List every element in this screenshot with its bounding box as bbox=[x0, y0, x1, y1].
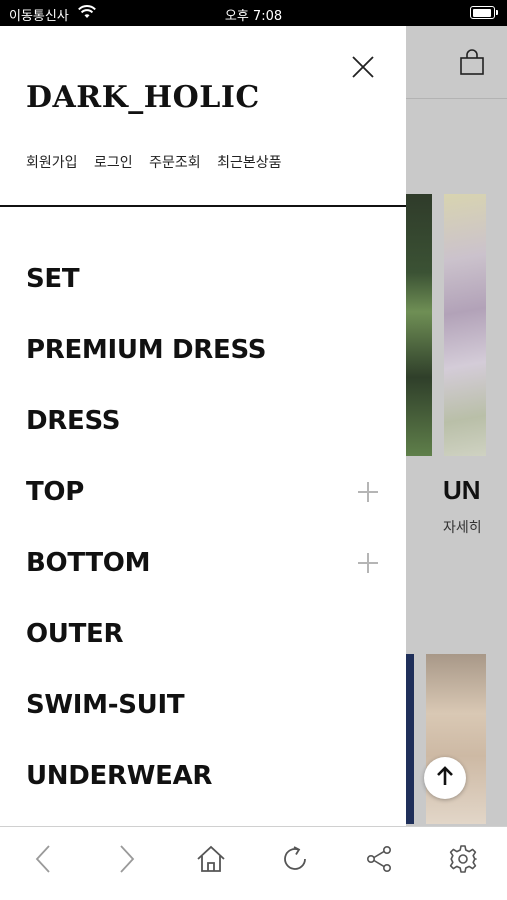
settings-button[interactable] bbox=[446, 844, 480, 878]
product-image[interactable] bbox=[444, 194, 486, 456]
gear-icon bbox=[448, 844, 478, 879]
menu-item-dress[interactable]: DRESS bbox=[0, 396, 406, 446]
signup-link[interactable]: 회원가입 bbox=[26, 155, 78, 171]
menu-item-label: DRESS bbox=[26, 406, 121, 436]
forward-button[interactable] bbox=[110, 844, 144, 878]
browser-toolbar bbox=[0, 826, 507, 900]
expand-plus-icon[interactable] bbox=[358, 553, 378, 573]
recently-viewed-link[interactable]: 최근본상품 bbox=[217, 155, 281, 171]
menu-item-label: OUTER bbox=[26, 619, 124, 649]
menu-item-label: UNDERWEAR bbox=[26, 761, 213, 791]
background-page[interactable]: UN 자세히 bbox=[406, 26, 507, 826]
section-title: UN bbox=[443, 475, 481, 505]
menu-item-premium-dress[interactable]: PREMIUM DRESS bbox=[0, 325, 406, 375]
home-icon bbox=[196, 844, 226, 879]
menu-item-top[interactable]: TOP bbox=[0, 467, 406, 517]
menu-item-set[interactable]: SET bbox=[0, 254, 406, 304]
battery-icon bbox=[470, 6, 498, 19]
menu-item-label: SET bbox=[26, 264, 80, 294]
product-image[interactable] bbox=[406, 654, 414, 824]
product-image[interactable] bbox=[426, 654, 486, 824]
menu-item-underwear[interactable]: UNDERWEAR bbox=[0, 751, 406, 801]
shopping-bag-icon[interactable] bbox=[458, 48, 486, 81]
divider bbox=[0, 205, 406, 207]
menu-item-swim-suit[interactable]: SWIM-SUIT bbox=[0, 680, 406, 730]
order-lookup-link[interactable]: 주문조회 bbox=[149, 155, 201, 171]
back-icon bbox=[34, 844, 52, 879]
menu-item-label: SWIM-SUIT bbox=[26, 690, 185, 720]
login-link[interactable]: 로그인 bbox=[94, 155, 133, 171]
account-links: 회원가입 로그인 주문조회 최근본상품 bbox=[26, 152, 293, 172]
menu-item-label: TOP bbox=[26, 477, 84, 507]
brand-logo[interactable]: DARK_HOLIC bbox=[26, 80, 260, 115]
status-time: 오후 7:08 bbox=[224, 9, 283, 24]
refresh-button[interactable] bbox=[278, 844, 312, 878]
more-link[interactable]: 자세히 bbox=[443, 517, 482, 537]
share-button[interactable] bbox=[362, 844, 396, 878]
menu-item-bottom[interactable]: BOTTOM bbox=[0, 538, 406, 588]
back-button[interactable] bbox=[26, 844, 60, 878]
forward-icon bbox=[118, 844, 136, 879]
arrow-up-icon bbox=[435, 765, 455, 792]
side-menu-drawer: DARK_HOLIC 회원가입 로그인 주문조회 최근본상품 SET PREMI… bbox=[0, 26, 406, 826]
menu-item-label: BOTTOM bbox=[26, 548, 151, 578]
close-icon bbox=[351, 55, 375, 84]
menu-item-label: PREMIUM DRESS bbox=[26, 335, 267, 365]
share-icon bbox=[364, 844, 394, 879]
home-button[interactable] bbox=[194, 844, 228, 878]
background-header bbox=[406, 26, 507, 99]
expand-plus-icon[interactable] bbox=[358, 482, 378, 502]
status-bar: 이동통신사 오후 7:08 bbox=[0, 0, 507, 26]
refresh-icon bbox=[280, 844, 310, 879]
product-image[interactable] bbox=[406, 194, 432, 456]
scroll-to-top-button[interactable] bbox=[424, 757, 466, 799]
close-button[interactable] bbox=[348, 54, 378, 84]
menu-item-outer[interactable]: OUTER bbox=[0, 609, 406, 659]
